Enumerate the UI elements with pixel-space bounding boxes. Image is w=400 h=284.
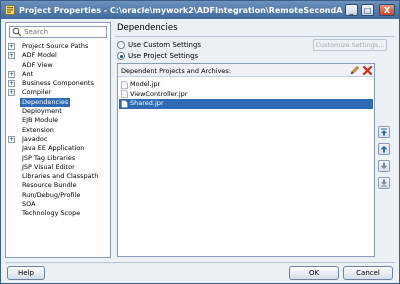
tree-item-label: ADF Model [22, 51, 57, 60]
tree-item-label: JSP Visual Editor [22, 162, 75, 171]
tree-item-label: EJB Module [22, 116, 59, 125]
maximize-button[interactable]: □ [361, 4, 374, 16]
use-custom-settings-label: Use Custom Settings [128, 41, 202, 49]
cancel-button[interactable]: Cancel [343, 266, 393, 280]
move-up-icon [380, 145, 388, 153]
expand-plus-icon[interactable]: + [8, 52, 15, 60]
project-file-icon [121, 80, 128, 89]
heading-divider [115, 36, 395, 37]
tree-item-label: SOA [22, 200, 36, 209]
tree-item-label: Libraries and Classpath [22, 172, 99, 181]
tree-item-soa[interactable]: SOA [8, 200, 108, 209]
jdeveloper-icon [5, 5, 15, 15]
use-project-settings-radio[interactable]: Use Project Settings [117, 52, 198, 60]
edit-pencil-icon[interactable] [349, 65, 360, 76]
move-to-top-button[interactable] [378, 126, 390, 138]
tree-item-technology-scope[interactable]: Technology Scope [8, 209, 108, 218]
dependency-list: Model.jpr ViewController.jpr Shared.jpr [119, 80, 373, 109]
ok-button[interactable]: OK [289, 266, 339, 280]
tree-item-deployment[interactable]: Deployment [8, 107, 108, 116]
tree-item-dependencies[interactable]: Dependencies [8, 97, 108, 108]
expand-plus-icon[interactable]: + [8, 70, 15, 78]
page-heading: Dependencies [117, 23, 178, 33]
list-item[interactable]: ViewController.jpr [119, 90, 373, 100]
tree-item-label: Ant [22, 69, 34, 78]
tree-item-run-debug-profile[interactable]: Run/Debug/Profile [8, 191, 108, 200]
expand-plus-icon[interactable]: + [8, 80, 15, 88]
title-bar[interactable]: Project Properties - C:\oracle\mywork2\A… [1, 1, 399, 19]
dependencies-panel: Dependencies Use Custom Settings Customi… [115, 22, 395, 258]
move-up-button[interactable] [378, 143, 390, 155]
search-icon [12, 27, 22, 37]
tree-item-label: Run/Debug/Profile [22, 190, 81, 199]
tree-item-resource-bundle[interactable]: Resource Bundle [8, 181, 108, 190]
group-header: Dependent Projects and Archives: [118, 64, 374, 77]
footer-divider [5, 262, 395, 263]
tree-item-libraries-and-classpath[interactable]: Libraries and Classpath [8, 172, 108, 181]
project-file-icon [121, 99, 128, 108]
tree-item-project-source-paths[interactable]: + Project Source Paths [8, 42, 108, 51]
tree-item-ejb-module[interactable]: EJB Module [8, 116, 108, 125]
tree-item-label: Business Components [22, 79, 94, 88]
tree-item-label: Deployment [22, 107, 62, 116]
tree-item-label: JSP Tag Libraries [22, 153, 76, 162]
dependent-projects-group: Dependent Projects and Archives: Model.j… [117, 63, 375, 257]
window-title: Project Properties - C:\oracle\mywork2\A… [19, 5, 343, 15]
category-panel: +Project Source Paths+ADF ModelADF View+… [5, 22, 111, 258]
expand-plus-icon[interactable]: + [8, 43, 15, 50]
tree-item-jsp-visual-editor[interactable]: JSP Visual Editor [8, 163, 108, 172]
tree-item-label: Project Source Paths [22, 42, 89, 50]
tree-item-label: Javadoc [22, 134, 48, 143]
list-item[interactable]: Model.jpr [119, 80, 373, 90]
list-item[interactable]: Shared.jpr [119, 99, 373, 109]
help-button[interactable]: Help [7, 266, 45, 280]
move-bottom-icon [381, 179, 387, 187]
tree-item-label: Resource Bundle [22, 181, 77, 190]
tree-item-label: Compiler [22, 88, 52, 97]
close-button[interactable]: X [379, 4, 395, 16]
project-properties-dialog: Project Properties - C:\oracle\mywork2\A… [0, 0, 400, 284]
tree-item-label: Technology Scope [22, 209, 81, 218]
move-down-icon [380, 162, 388, 170]
minimize-button[interactable]: _ [345, 4, 358, 16]
group-title: Dependent Projects and Archives: [121, 67, 231, 75]
list-item-label: ViewController.jpr [130, 89, 188, 98]
category-tree: + Project Source Paths + ADF Model ADF View +… [8, 42, 108, 219]
use-project-settings-label: Use Project Settings [128, 52, 199, 60]
tree-item-compiler[interactable]: + Compiler [8, 88, 108, 97]
tree-item-ant[interactable]: + Ant [8, 70, 108, 79]
list-item-label: Model.jpr [130, 80, 161, 88]
tree-item-business-components[interactable]: + Business Components [8, 79, 108, 88]
tree-item-jsp-tag-libraries[interactable]: JSP Tag Libraries [8, 154, 108, 163]
tree-item-label: Dependencies [20, 97, 71, 108]
radio-checked-icon[interactable] [117, 52, 125, 60]
project-file-icon [121, 90, 128, 99]
move-top-icon [381, 128, 387, 136]
move-to-bottom-button[interactable] [378, 177, 390, 189]
radio-unchecked-icon[interactable] [117, 41, 125, 49]
tree-item-adf-model[interactable]: + ADF Model [8, 51, 108, 60]
use-custom-settings-radio[interactable]: Use Custom Settings [117, 41, 201, 49]
tree-item-label: Java EE Application [22, 144, 85, 153]
customize-settings-button[interactable]: Customize Settings... [313, 39, 387, 51]
tree-item-javadoc[interactable]: + Javadoc [8, 135, 108, 144]
move-down-button[interactable] [378, 160, 390, 172]
list-item-label: Shared.jpr [130, 99, 164, 107]
tree-item-extension[interactable]: Extension [8, 126, 108, 135]
tree-item-label: ADF View [22, 60, 53, 69]
expand-plus-icon[interactable]: + [8, 89, 15, 97]
tree-item-adf-view[interactable]: ADF View [8, 61, 108, 70]
delete-x-icon[interactable] [362, 65, 373, 76]
tree-item-java-ee-application[interactable]: Java EE Application [8, 144, 108, 153]
search-box[interactable] [9, 26, 107, 38]
search-input[interactable] [24, 28, 104, 36]
expand-plus-icon[interactable]: + [8, 135, 15, 143]
tree-item-label: Extension [22, 125, 54, 134]
reorder-buttons [378, 126, 392, 194]
